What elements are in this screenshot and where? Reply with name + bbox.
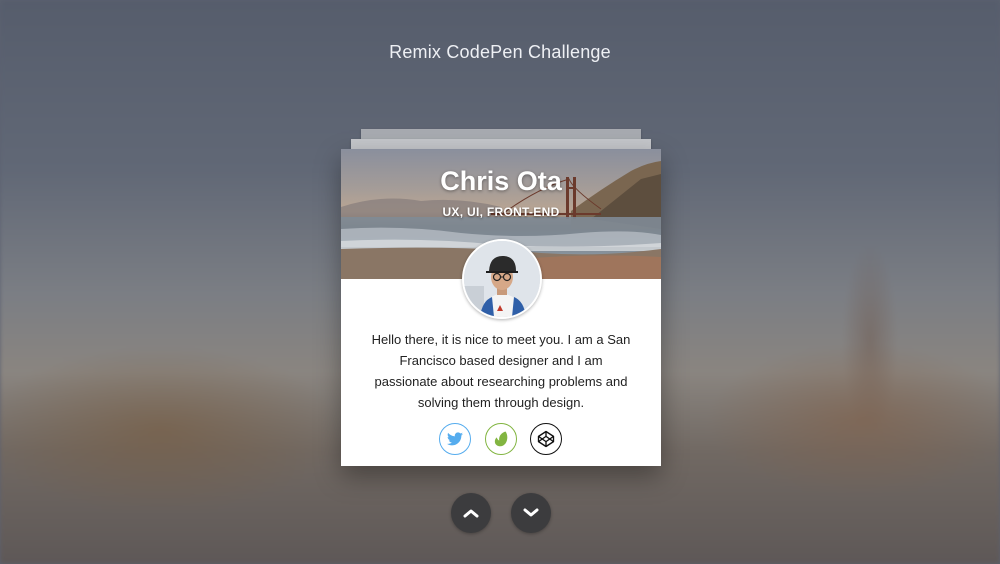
next-card-button[interactable]: [511, 493, 551, 533]
chevron-down-icon: [523, 508, 539, 517]
twitter-link[interactable]: [439, 423, 471, 455]
codepen-icon: [537, 430, 555, 448]
profile-name: Chris Ota: [440, 166, 562, 196]
previous-card-button[interactable]: [451, 493, 491, 533]
page-title: Remix CodePen Challenge: [389, 42, 611, 62]
profile-card: Chris Ota UX, UI, FRONT-END Hello there,…: [341, 149, 661, 466]
chevron-up-icon: [463, 509, 479, 518]
profile-photo: [464, 241, 540, 317]
social-links: [341, 423, 661, 455]
avatar: [462, 239, 542, 319]
profile-bio: Hello there, it is nice to meet you. I a…: [371, 332, 631, 410]
profile-role: UX, UI, FRONT-END: [442, 205, 560, 219]
codepen-link[interactable]: [530, 423, 562, 455]
twitter-icon: [447, 432, 463, 446]
envato-icon: [494, 431, 508, 447]
envato-link[interactable]: [485, 423, 517, 455]
